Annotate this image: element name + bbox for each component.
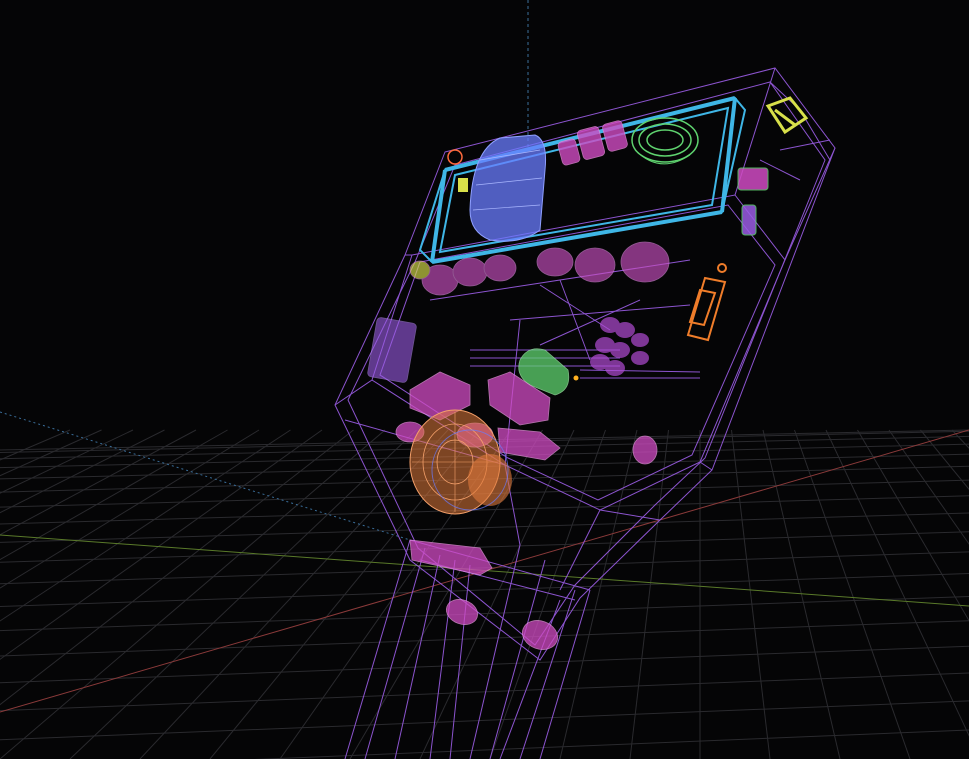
grid-line — [0, 672, 969, 712]
light-guide-line — [0, 411, 411, 541]
grid-line — [0, 429, 291, 622]
3d-viewport[interactable] — [0, 0, 969, 759]
mount-bracket[interactable] — [765, 96, 809, 135]
pin-header-stack[interactable] — [590, 317, 649, 376]
grid-line — [825, 429, 969, 737]
grid-line — [920, 429, 969, 490]
grid-line — [0, 512, 969, 543]
grid-line — [0, 429, 354, 706]
grid-line — [559, 429, 638, 759]
top-connector-chips[interactable] — [557, 120, 628, 166]
grid-line — [0, 620, 969, 657]
coil-component[interactable] — [631, 117, 699, 165]
grid-line — [0, 700, 969, 741]
grid-line — [0, 429, 386, 759]
battery-cell[interactable] — [469, 134, 546, 242]
grid-line — [857, 429, 969, 622]
grid-line — [0, 429, 260, 589]
display-frame[interactable] — [418, 96, 747, 264]
grid-line — [0, 429, 323, 660]
side-connector[interactable] — [737, 167, 769, 236]
viewport-scene[interactable] — [0, 0, 969, 759]
grid-line — [139, 429, 449, 759]
left-module[interactable] — [367, 317, 417, 383]
grid-line — [0, 645, 969, 684]
usb-port-housing[interactable] — [686, 263, 727, 342]
grid-line — [762, 429, 841, 759]
